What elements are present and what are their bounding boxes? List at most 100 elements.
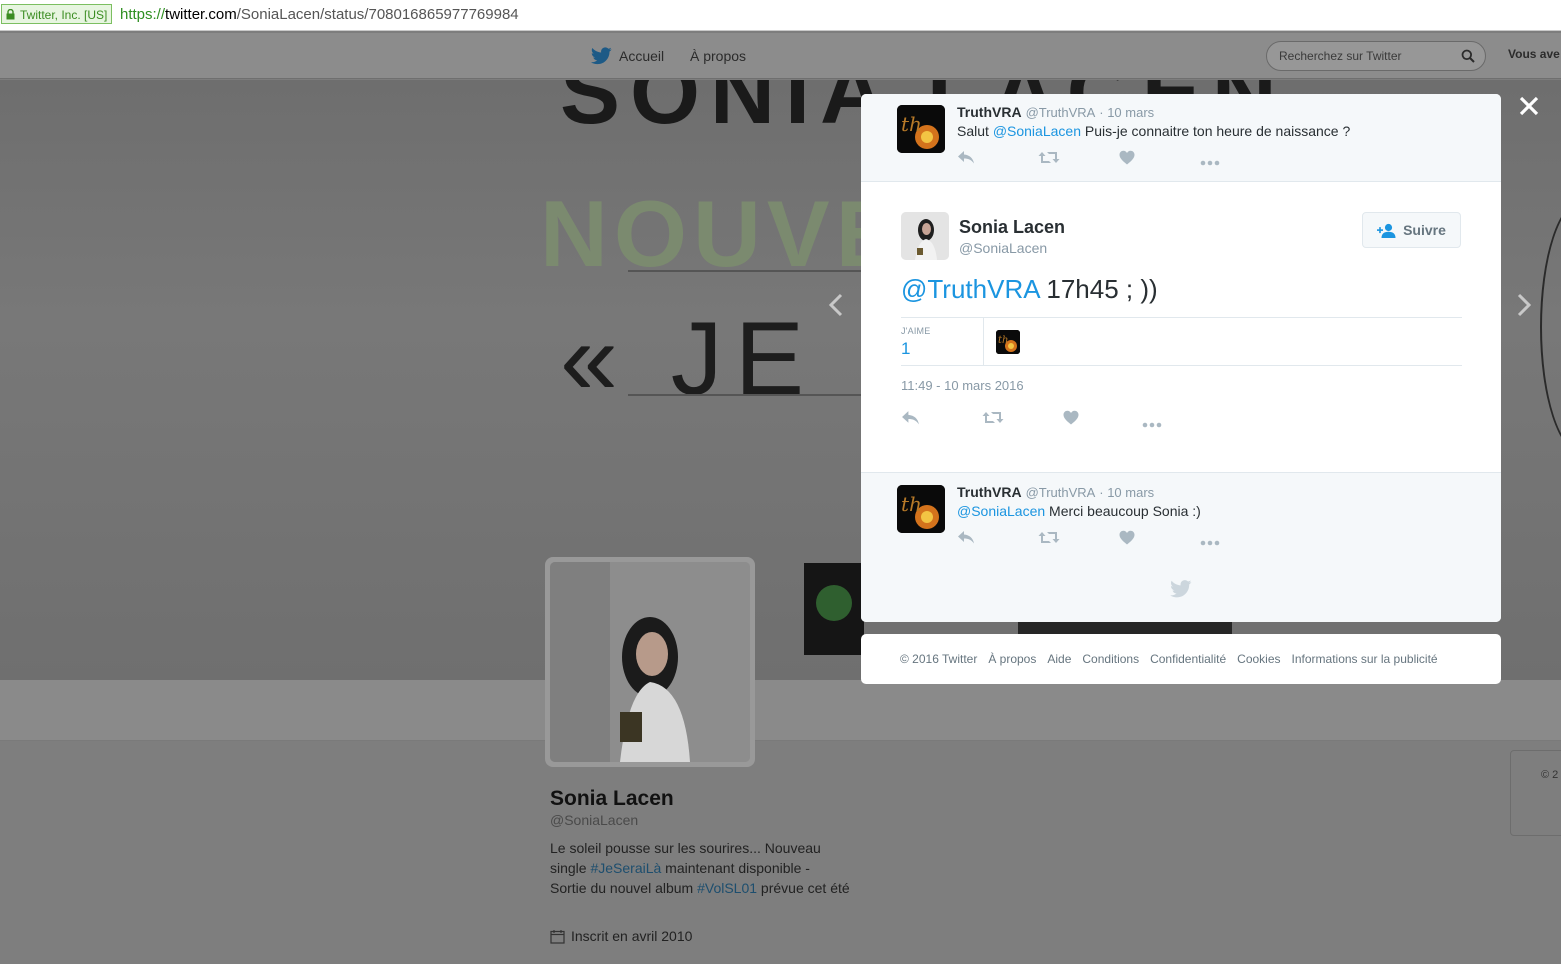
url-scheme: https:// [120,6,166,23]
browser-address-bar[interactable]: Twitter, Inc. [US] https://twitter.com/S… [0,0,1561,31]
banner-divider [628,394,868,396]
footer-link-terms[interactable]: Conditions [1082,652,1139,666]
nav-about-link[interactable]: À propos [690,48,746,64]
reply-icon[interactable] [901,410,920,431]
like-icon[interactable] [1119,150,1135,170]
calendar-icon [550,929,565,944]
url-path: /SoniaLacen/status/708016865977769984 [236,6,519,23]
retweet-icon[interactable] [982,410,1004,430]
search-icon[interactable] [1461,49,1475,63]
avatar-image: th [897,105,945,153]
tweet-author-handle[interactable]: @TruthVRA [1026,485,1096,500]
avatar-image: th [897,485,945,533]
reply-icon[interactable] [957,530,975,550]
modal-footer [861,561,1501,622]
close-icon[interactable] [1518,95,1540,117]
tweet-actions [957,150,1257,168]
twitter-bird-icon [591,47,612,65]
footer-link-cookies[interactable]: Cookies [1237,652,1280,666]
bio-text: prévue cet été [757,880,850,896]
retweet-icon[interactable] [1038,530,1060,550]
footer-link-privacy[interactable]: Confidentialité [1150,652,1226,666]
more-options-icon[interactable] [1200,153,1220,171]
tweet-permalink-modal: th TruthVRA @TruthVRA · 10 mars Salut @So… [861,94,1501,622]
tweet-author-handle[interactable]: @TruthVRA [1026,105,1096,120]
tweet-header: TruthVRA @TruthVRA · 10 mars [957,484,1154,500]
tweet-author-avatar[interactable]: th [897,105,945,153]
joined-date: Inscrit en avril 2010 [571,928,693,944]
main-tweet-text: @TruthVRA 17h45 ; )) [901,274,1158,305]
nav-home-label: Accueil [619,48,665,64]
footer-copyright: © 2016 Twitter [900,652,978,666]
twitter-bird-icon [1170,580,1192,598]
search-box[interactable] [1266,41,1486,71]
profile-nav-bar [0,680,1561,741]
mention-link[interactable]: @SoniaLacen [993,123,1081,139]
url-host: twitter.com [165,6,237,23]
tweet-text-part: Puis-je connaitre ton heure de naissance… [1080,123,1351,139]
tweet-stats: J'AIME 1 th [901,317,1462,366]
profile-handle[interactable]: @SoniaLacen [550,812,638,828]
profile-joined: Inscrit en avril 2010 [550,928,692,944]
search-input[interactable] [1277,48,1451,64]
like-icon[interactable] [1119,530,1135,550]
profile-bio: Le soleil pousse sur les sourires... Nou… [550,838,850,898]
url-text[interactable]: https://twitter.com/SoniaLacen/status/70… [120,6,519,23]
lock-icon [6,9,15,20]
like-icon[interactable] [1063,410,1079,430]
mention-link[interactable]: @TruthVRA [901,274,1039,304]
likes-label[interactable]: J'AIME [901,326,930,336]
tweet-text: @SoniaLacen Merci beaucoup Sonia :) [957,503,1201,519]
footer-link-about[interactable]: À propos [988,652,1036,666]
stats-divider [983,318,984,365]
spotify-logo [804,563,864,655]
footer-links: © 2016 Twitter À propos Aide Conditions … [861,634,1501,684]
certificate-label: Twitter, Inc. [US] [20,8,108,22]
tweet-author-name[interactable]: TruthVRA [957,104,1022,120]
follow-button-label: Suivre [1403,222,1446,238]
nav-home-link[interactable]: Accueil [591,46,664,66]
liker-avatar[interactable]: th [996,330,1020,354]
tweet-author-avatar[interactable]: th [897,485,945,533]
side-module: © 2 [1510,750,1561,836]
account-menu-label[interactable]: Vous ave [1508,47,1560,61]
main-tweet-author-name[interactable]: Sonia Lacen [959,217,1065,238]
banner-decoration [1540,200,1561,454]
tweet-header: TruthVRA @TruthVRA · 10 mars [957,104,1154,120]
tweet-author-name[interactable]: TruthVRA [957,484,1022,500]
tweet-text-part: 17h45 ; )) [1039,274,1158,304]
tweet-text: Salut @SoniaLacen Puis-je connaitre ton … [957,123,1350,139]
hashtag-link[interactable]: #JeSeraiLà [590,860,661,876]
follow-button[interactable]: Suivre [1362,212,1461,248]
mention-link[interactable]: @SoniaLacen [957,503,1045,519]
svg-text:th: th [998,335,1008,346]
parent-tweet[interactable]: th TruthVRA @TruthVRA · 10 mars Salut @So… [861,94,1501,182]
banner-divider [628,270,868,272]
certificate-badge[interactable]: Twitter, Inc. [US] [1,4,113,24]
more-options-icon[interactable] [1142,415,1162,433]
tweet-date[interactable]: · 10 mars [1099,485,1154,500]
hashtag-link[interactable]: #VolSL01 [697,880,757,896]
tweet-timestamp[interactable]: 11:49 - 10 mars 2016 [901,378,1024,393]
main-tweet-actions [901,410,1201,430]
footer-link-help[interactable]: Aide [1047,652,1071,666]
tweet-date[interactable]: · 10 mars [1099,105,1154,120]
likes-count[interactable]: 1 [901,339,910,359]
chevron-left-icon[interactable] [826,290,846,320]
profile-avatar[interactable] [545,557,755,767]
avatar-image: th [996,330,1020,354]
more-options-icon[interactable] [1200,533,1220,551]
top-navigation: Accueil À propos Vous ave [0,33,1561,79]
reply-tweet[interactable]: th TruthVRA @TruthVRA · 10 mars @SoniaLac… [861,472,1501,562]
svg-text:th: th [901,492,922,516]
tweet-text-part: Merci beaucoup Sonia :) [1045,503,1201,519]
avatar-image [901,212,949,260]
main-tweet-avatar[interactable] [901,212,949,260]
footer-link-ads-info[interactable]: Informations sur la publicité [1292,652,1438,666]
main-tweet-author-handle[interactable]: @SoniaLacen [959,240,1047,256]
reply-icon[interactable] [957,150,975,170]
chevron-right-icon[interactable] [1514,290,1534,320]
retweet-icon[interactable] [1038,150,1060,170]
profile-name[interactable]: Sonia Lacen [550,787,674,811]
add-user-icon [1377,223,1396,238]
